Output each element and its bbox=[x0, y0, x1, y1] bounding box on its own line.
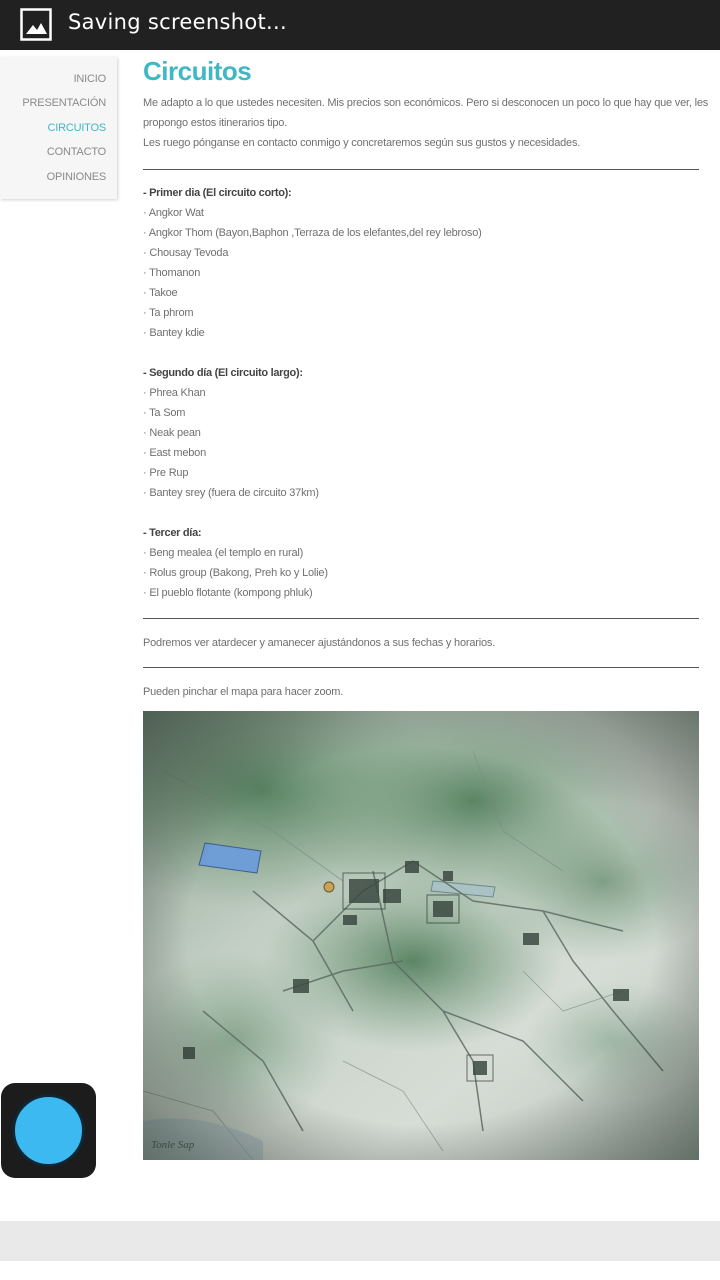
nav-item-contacto[interactable]: CONTACTO bbox=[47, 146, 106, 158]
nav-item-inicio[interactable]: INICIO bbox=[74, 73, 107, 85]
itinerary-item: · Neak pean bbox=[143, 427, 201, 439]
bubble-icon bbox=[12, 1094, 85, 1167]
day1-heading: - Primer dia (El circuito corto): bbox=[143, 187, 292, 199]
itinerary-item: · Thomanon bbox=[143, 267, 201, 279]
itinerary-item: · Chousay Tevoda bbox=[143, 247, 229, 259]
page-title: Circuitos bbox=[143, 56, 252, 86]
day3-heading: - Tercer día: bbox=[143, 527, 202, 539]
divider bbox=[143, 667, 699, 668]
sidebar-nav: INICIO PRESENTACIÓN CIRCUITOS CONTACTO O… bbox=[0, 57, 117, 199]
itinerary-item: · Ta Som bbox=[143, 407, 186, 419]
itinerary-item: · Angkor Wat bbox=[143, 207, 204, 219]
status-message: Saving screenshot... bbox=[68, 10, 287, 34]
day2-heading: - Segundo día (El circuito largo): bbox=[143, 367, 303, 379]
footer-bar bbox=[0, 1221, 720, 1261]
map-illustration bbox=[143, 711, 699, 1160]
itinerary-item: · East mebon bbox=[143, 447, 207, 459]
intro-line: Me adapto a lo que ustedes necesiten. Mi… bbox=[143, 97, 709, 109]
sunset-note: Podremos ver atardecer y amanecer ajustá… bbox=[143, 637, 496, 649]
itinerary-item: · Angkor Thom (Bayon,Baphon ,Terraza de … bbox=[143, 227, 482, 239]
itinerary-item: · Pre Rup bbox=[143, 467, 189, 479]
itinerary-item: · Beng mealea (el templo en rural) bbox=[143, 547, 304, 559]
nav-item-opiniones[interactable]: OPINIONES bbox=[47, 171, 107, 183]
divider bbox=[143, 618, 699, 619]
itinerary-item: · Rolus group (Bakong, Preh ko y Lolie) bbox=[143, 567, 328, 579]
map-note: Pueden pinchar el mapa para hacer zoom. bbox=[143, 686, 344, 698]
itinerary-item: · Phrea Khan bbox=[143, 387, 206, 399]
itinerary-item: · Takoe bbox=[143, 287, 178, 299]
itinerary-item: · Bantey srey (fuera de circuito 37km) bbox=[143, 487, 319, 499]
floating-action-button[interactable] bbox=[1, 1083, 96, 1178]
itinerary-item: · El pueblo flotante (kompong phluk) bbox=[143, 587, 313, 599]
nav-item-circuitos[interactable]: CIRCUITOS bbox=[47, 122, 106, 134]
divider bbox=[143, 169, 699, 170]
map-label-tonle-sap: Tonle Sap bbox=[151, 1139, 195, 1151]
itinerary-item: · Ta phrom bbox=[143, 307, 194, 319]
intro-line: Les ruego pónganse en contacto conmigo y… bbox=[143, 137, 581, 149]
angkor-map-image[interactable]: Tonle Sap bbox=[143, 711, 699, 1160]
nav-item-presentacion[interactable]: PRESENTACIÓN bbox=[22, 97, 106, 109]
itinerary-item: · Bantey kdie bbox=[143, 327, 205, 339]
screenshot-icon bbox=[20, 8, 52, 41]
intro-line: propongo estos itinerarios tipo. bbox=[143, 117, 288, 129]
status-bar: Saving screenshot... bbox=[0, 0, 720, 50]
